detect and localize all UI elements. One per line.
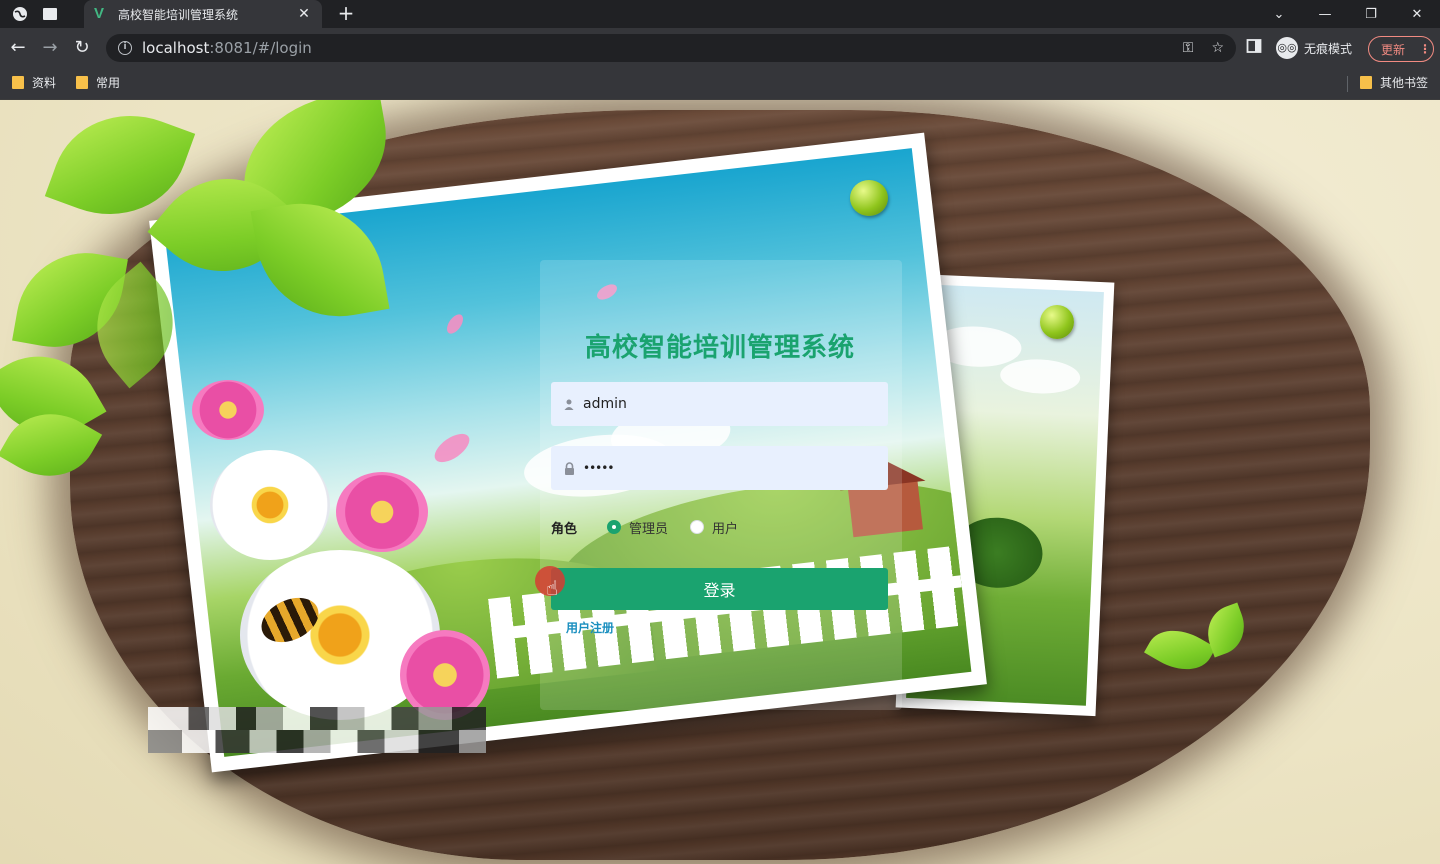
key-icon[interactable]: ⚿ [1183, 40, 1194, 56]
username-field[interactable] [551, 382, 888, 426]
close-window-icon[interactable]: ✕ [1394, 0, 1440, 28]
url-host: localhost [142, 39, 210, 57]
reload-icon[interactable]: ↻ [70, 36, 94, 60]
role-selector: 角色 管理员 用户 [551, 517, 888, 537]
tab-search-icon[interactable] [40, 4, 60, 24]
tab-list-icon[interactable]: ⌄ [1256, 0, 1302, 28]
bookmark-separator [1347, 76, 1348, 92]
incognito-label: 无痕模式 [1304, 41, 1353, 56]
pin-icon [850, 180, 888, 216]
flower-icon [336, 472, 428, 552]
update-label: 更新 [1381, 42, 1406, 57]
site-info-icon[interactable]: i [118, 41, 132, 55]
role-radio-user[interactable]: 用户 [690, 518, 738, 537]
forward-icon[interactable]: → [38, 36, 62, 60]
menu-dots-icon: ⋮ [1419, 42, 1432, 56]
bookmark-label: 资料 [32, 76, 57, 90]
folder-icon [1360, 76, 1372, 89]
lock-icon [561, 460, 577, 476]
radio-label: 用户 [712, 521, 739, 537]
radio-unchecked-icon[interactable] [690, 520, 705, 534]
password-input[interactable]: ••••• [583, 461, 614, 475]
address-bar[interactable]: i localhost :8081/#/login ⚿ ☆ [106, 34, 1236, 62]
radio-checked-icon[interactable] [607, 520, 622, 534]
back-icon[interactable]: ← [6, 36, 30, 60]
leaf-decoration [0, 100, 420, 496]
folder-icon [12, 76, 24, 89]
bookmarks-bar: 资料 常用 其他书签 [0, 68, 1440, 100]
page-title: 高校智能培训管理系统 [584, 333, 855, 363]
pixelated-watermark [148, 707, 486, 753]
bookmark-label: 常用 [96, 76, 121, 90]
globe-icon[interactable] [10, 4, 30, 24]
page-viewport: 高校智能培训管理系统 ••••• 角色 管理员 用户 登录 用户注册 ☝ [0, 100, 1440, 864]
browser-toolbar: ← → ↻ i localhost :8081/#/login ⚿ ☆ ◎◎ 无… [0, 28, 1440, 68]
pin-icon [1040, 305, 1074, 339]
folder-icon [76, 76, 88, 89]
hand-cursor-icon: ☝ [546, 576, 559, 600]
tab-title: 高校智能培训管理系统 [118, 7, 239, 22]
bookmark-folder-changyong[interactable]: 常用 [76, 74, 120, 91]
vue-icon: V [94, 5, 105, 22]
bookmark-star-icon[interactable]: ☆ [1211, 40, 1224, 56]
update-button[interactable]: 更新 ⋮ [1368, 36, 1434, 62]
login-button[interactable]: 登录 [551, 568, 888, 610]
tab-strip: V 高校智能培训管理系统 ✕ + ⌄ — ❐ ✕ [0, 0, 1440, 28]
incognito-indicator[interactable]: ◎◎ 无痕模式 [1276, 36, 1352, 60]
other-bookmarks[interactable]: 其他书签 [1360, 74, 1428, 91]
browser-tab[interactable]: V 高校智能培训管理系统 ✕ [84, 0, 322, 28]
url-path: :8081/#/login [209, 39, 312, 57]
bookmark-folder-ziliao[interactable]: 资料 [12, 74, 56, 91]
bookmark-label: 其他书签 [1380, 76, 1429, 90]
radio-label: 管理员 [629, 521, 669, 537]
incognito-icon: ◎◎ [1276, 37, 1298, 59]
role-radio-admin[interactable]: 管理员 [607, 518, 668, 537]
close-tab-icon[interactable]: ✕ [296, 6, 312, 22]
restore-icon[interactable]: ❐ [1348, 0, 1394, 28]
side-panel-icon[interactable] [1246, 38, 1264, 58]
minimize-icon[interactable]: — [1302, 0, 1348, 28]
user-icon [561, 396, 577, 412]
username-input[interactable] [583, 396, 863, 412]
register-link[interactable]: 用户注册 [566, 619, 614, 636]
role-label: 角色 [551, 521, 578, 537]
new-tab-button[interactable]: + [334, 2, 358, 26]
password-field[interactable]: ••••• [551, 446, 888, 490]
